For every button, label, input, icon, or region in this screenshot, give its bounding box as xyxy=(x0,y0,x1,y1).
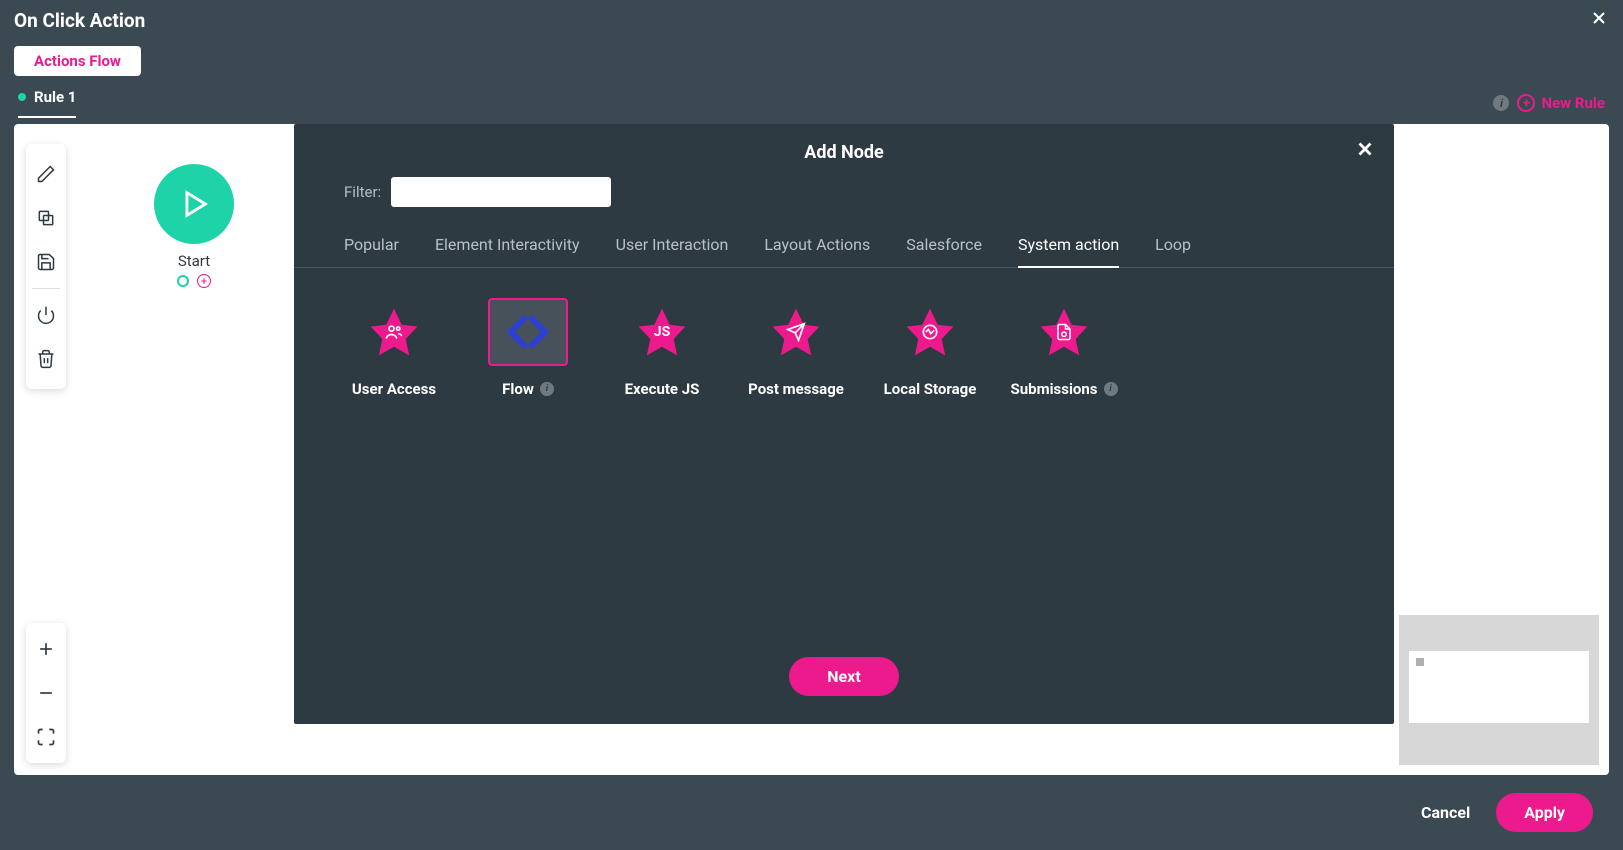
tab-layout-actions[interactable]: Layout Actions xyxy=(764,227,870,268)
tab-salesforce[interactable]: Salesforce xyxy=(906,227,982,268)
save-icon xyxy=(36,252,56,272)
main-canvas-area: Start + Add Node xyxy=(14,124,1609,775)
new-rule-area: i + New Rule xyxy=(1493,94,1605,112)
save-tool-button[interactable] xyxy=(26,240,66,284)
cancel-button[interactable]: Cancel xyxy=(1421,803,1470,822)
js-icon: JS xyxy=(654,324,670,340)
pencil-icon xyxy=(36,164,56,184)
modal-header: Add Node xyxy=(294,124,1394,177)
add-node-modal: Add Node Filter: Popular Element Interac… xyxy=(294,124,1394,724)
close-window-button[interactable] xyxy=(1589,8,1609,32)
rule-active-dot-icon xyxy=(18,93,26,101)
tab-element-interactivity[interactable]: Element Interactivity xyxy=(435,227,580,268)
tab-popular[interactable]: Popular xyxy=(344,227,399,268)
user-access-icon xyxy=(384,322,404,342)
close-icon xyxy=(1354,138,1376,160)
plus-circle-icon: + xyxy=(1517,94,1535,112)
storage-icon xyxy=(920,322,940,342)
power-icon xyxy=(36,305,56,325)
modal-close-button[interactable] xyxy=(1354,138,1376,164)
node-post-message[interactable]: Post message xyxy=(746,298,846,398)
node-local-storage[interactable]: Local Storage xyxy=(880,298,980,398)
fit-button[interactable] xyxy=(26,715,66,759)
minimap-viewport xyxy=(1409,651,1589,723)
modal-footer: Next xyxy=(294,637,1394,724)
zoom-toolbar xyxy=(26,623,66,763)
node-label: Submissions xyxy=(1011,380,1098,398)
title-bar: On Click Action xyxy=(0,0,1623,40)
filter-input[interactable] xyxy=(391,177,611,207)
tab-user-interaction[interactable]: User Interaction xyxy=(616,227,729,268)
minimap-node-icon xyxy=(1416,658,1424,666)
node-label: Local Storage xyxy=(884,380,977,398)
rule-tab-1[interactable]: Rule 1 xyxy=(18,88,76,118)
node-execute-js[interactable]: JS Execute JS xyxy=(612,298,712,398)
apply-button[interactable]: Apply xyxy=(1496,793,1593,832)
on-click-action-window: On Click Action Actions Flow Rule 1 i + … xyxy=(0,0,1623,850)
minus-icon xyxy=(36,683,56,703)
power-tool-button[interactable] xyxy=(26,293,66,337)
next-button[interactable]: Next xyxy=(789,657,898,696)
node-label: Post message xyxy=(748,380,844,398)
info-icon[interactable]: i xyxy=(540,382,554,396)
start-label: Start xyxy=(178,252,210,270)
add-node-icon[interactable]: + xyxy=(197,274,211,288)
modal-title: Add Node xyxy=(804,142,884,163)
copy-tool-button[interactable] xyxy=(26,196,66,240)
send-icon xyxy=(786,322,806,342)
delete-tool-button[interactable] xyxy=(26,337,66,381)
start-node-circle xyxy=(154,164,234,244)
footer-bar: Cancel Apply xyxy=(0,775,1623,850)
node-label: Execute JS xyxy=(625,380,700,398)
window-title: On Click Action xyxy=(14,9,145,32)
minimap[interactable] xyxy=(1399,615,1599,765)
copy-icon xyxy=(36,208,56,228)
category-tabs: Popular Element Interactivity User Inter… xyxy=(294,227,1394,268)
plus-icon xyxy=(36,639,56,659)
new-rule-button[interactable]: + New Rule xyxy=(1517,94,1605,112)
tab-loop[interactable]: Loop xyxy=(1155,227,1191,268)
edit-tool-button[interactable] xyxy=(26,152,66,196)
node-grid: User Access Flowi JS Execute JS xyxy=(294,268,1394,428)
start-node[interactable]: Start + xyxy=(154,164,234,288)
new-rule-label: New Rule xyxy=(1541,94,1605,112)
close-icon xyxy=(1589,8,1609,28)
zoom-out-button[interactable] xyxy=(26,671,66,715)
node-flow[interactable]: Flowi xyxy=(478,298,578,398)
info-icon[interactable]: i xyxy=(1493,95,1509,111)
play-icon xyxy=(177,187,211,221)
node-label: User Access xyxy=(352,380,436,398)
flow-icon xyxy=(505,309,551,355)
header-row: Actions Flow xyxy=(0,40,1623,76)
tab-system-action[interactable]: System action xyxy=(1018,227,1119,268)
maximize-icon xyxy=(36,727,56,747)
filter-row: Filter: xyxy=(294,177,1394,227)
file-icon xyxy=(1055,323,1073,341)
trash-icon xyxy=(36,349,56,369)
node-submissions[interactable]: Submissionsi xyxy=(1014,298,1114,398)
ring-icon[interactable] xyxy=(177,275,189,287)
rule-tab-label: Rule 1 xyxy=(34,88,76,106)
toolbar-divider xyxy=(32,288,60,289)
rule-tab-row: Rule 1 i + New Rule xyxy=(0,76,1623,118)
node-user-access[interactable]: User Access xyxy=(344,298,444,398)
info-icon[interactable]: i xyxy=(1104,382,1118,396)
actions-flow-button[interactable]: Actions Flow xyxy=(14,46,141,76)
filter-label: Filter: xyxy=(344,183,381,201)
start-node-actions: + xyxy=(177,274,211,288)
node-label: Flow xyxy=(502,380,534,398)
canvas-toolbar xyxy=(26,144,66,389)
zoom-in-button[interactable] xyxy=(26,627,66,671)
